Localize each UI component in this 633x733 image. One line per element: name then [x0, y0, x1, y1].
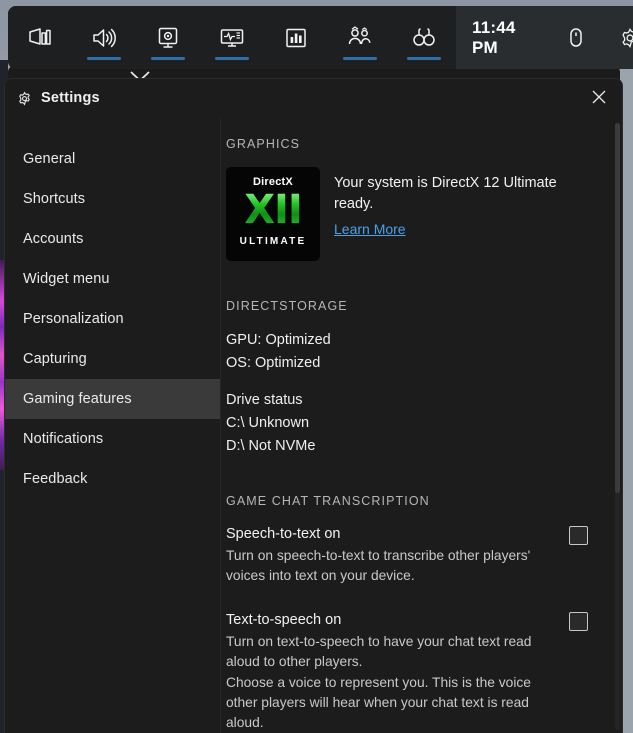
clock: 11:44 PM: [472, 17, 516, 57]
content-scrollbar-thumb[interactable]: [615, 123, 620, 493]
game-bar-toolbar: 11:44 PM: [8, 6, 633, 69]
xbox-social-icon[interactable]: [328, 6, 392, 69]
directstorage-os-status: OS: Optimized: [226, 355, 321, 371]
sidebar-item-widget-menu[interactable]: Widget menu: [5, 259, 220, 299]
performance-active-underline: [215, 57, 249, 60]
sidebar-item-label: Gaming features: [23, 391, 132, 407]
settings-panel: Settings General Shortcuts Accounts Widg…: [4, 78, 623, 733]
game-chat-transcription-heading: GAME CHAT TRANSCRIPTION: [226, 494, 430, 508]
directstorage-section: DIRECTSTORAGE GPU: Optimized OS: Optimiz…: [226, 299, 598, 458]
text-to-speech-voice-description: Choose a voice to represent you. This is…: [226, 675, 531, 730]
drive-status-c: C:\ Unknown: [226, 415, 310, 431]
directstorage-gpu-status: GPU: Optimized: [226, 332, 331, 348]
audio-icon[interactable]: [72, 6, 136, 69]
speech-to-text-checkbox[interactable]: [569, 526, 588, 545]
graphics-section-heading: GRAPHICS: [226, 137, 301, 151]
directstorage-section-heading: DIRECTSTORAGE: [226, 299, 348, 313]
game-bar-widget-buttons: [8, 6, 456, 69]
directx-status-text: Your system is DirectX 12 Ultimate ready…: [334, 175, 557, 212]
performance-monitor-icon[interactable]: [200, 6, 264, 69]
drive-status-group: Drive status C:\ Unknown D:\ Not NVMe: [226, 389, 598, 458]
sidebar-item-label: Feedback: [23, 471, 88, 487]
sidebar-item-label: Notifications: [23, 431, 104, 447]
settings-title-group: Settings: [5, 90, 100, 106]
speech-to-text-row: Speech-to-text on Turn on speech-to-text…: [226, 524, 598, 586]
speech-to-text-description: Turn on speech-to-text to transcribe oth…: [226, 548, 531, 583]
looking-for-group-icon[interactable]: [392, 6, 456, 69]
settings-header: Settings: [5, 79, 622, 117]
sidebar-item-gaming-features[interactable]: Gaming features: [5, 379, 220, 419]
sidebar-item-capturing[interactable]: Capturing: [5, 339, 220, 379]
looking-for-group-active-underline: [407, 57, 441, 60]
graphics-status-group: Your system is DirectX 12 Ultimate ready…: [334, 167, 574, 239]
settings-body: General Shortcuts Accounts Widget menu P…: [5, 117, 622, 733]
directx-logo-center-text: XII: [244, 187, 303, 233]
sidebar-item-personalization[interactable]: Personalization: [5, 299, 220, 339]
sidebar-item-feedback[interactable]: Feedback: [5, 459, 220, 499]
page-title: Settings: [41, 90, 100, 106]
gear-icon: [17, 91, 32, 106]
screen: 11:44 PM Settings General Shortcuts Acco…: [0, 0, 633, 733]
text-to-speech-checkbox[interactable]: [569, 612, 588, 631]
text-to-speech-label: Text-to-speech on: [226, 612, 342, 628]
sidebar-item-accounts[interactable]: Accounts: [5, 219, 220, 259]
sidebar-item-label: Shortcuts: [23, 191, 86, 207]
gear-icon[interactable]: [603, 6, 633, 69]
drive-status-label: Drive status: [226, 392, 303, 408]
widgets-menu-icon[interactable]: [8, 6, 72, 69]
mouse-icon[interactable]: [549, 6, 603, 69]
speech-to-text-label: Speech-to-text on: [226, 526, 341, 542]
directx-logo-bottom-text: ULTIMATE: [239, 236, 307, 247]
sidebar-item-label: Widget menu: [23, 271, 110, 287]
close-icon[interactable]: [582, 81, 616, 113]
sidebar-item-general[interactable]: General: [5, 139, 220, 179]
graphics-section: DirectX XII ULTIMATE Your system is Dire…: [226, 167, 598, 261]
audio-active-underline: [87, 57, 121, 60]
xbox-social-active-underline: [343, 57, 377, 60]
text-to-speech-row: Text-to-speech on Turn on text-to-speech…: [226, 610, 598, 733]
learn-more-link[interactable]: Learn More: [334, 221, 406, 237]
game-bar-system-tray: 11:44 PM: [456, 6, 633, 69]
sidebar-item-label: Personalization: [23, 311, 124, 327]
settings-content: GRAPHICS DirectX XII ULTIMATE Your syste…: [221, 117, 622, 733]
text-to-speech-description: Turn on text-to-speech to have your chat…: [226, 634, 532, 669]
directx-ultimate-logo: DirectX XII ULTIMATE: [226, 167, 320, 261]
sidebar-item-label: Accounts: [23, 231, 84, 247]
resources-icon[interactable]: [264, 6, 328, 69]
sidebar-item-label: General: [23, 151, 76, 167]
sidebar-item-label: Capturing: [23, 351, 87, 367]
capture-active-underline: [151, 57, 185, 60]
settings-sidebar: General Shortcuts Accounts Widget menu P…: [5, 117, 221, 733]
sidebar-item-shortcuts[interactable]: Shortcuts: [5, 179, 220, 219]
drive-status-d: D:\ Not NVMe: [226, 438, 316, 454]
capture-icon[interactable]: [136, 6, 200, 69]
game-chat-transcription-section: GAME CHAT TRANSCRIPTION Speech-to-text o…: [226, 494, 598, 733]
gaming-features-page: GRAPHICS DirectX XII ULTIMATE Your syste…: [221, 117, 622, 733]
sidebar-item-notifications[interactable]: Notifications: [5, 419, 220, 459]
